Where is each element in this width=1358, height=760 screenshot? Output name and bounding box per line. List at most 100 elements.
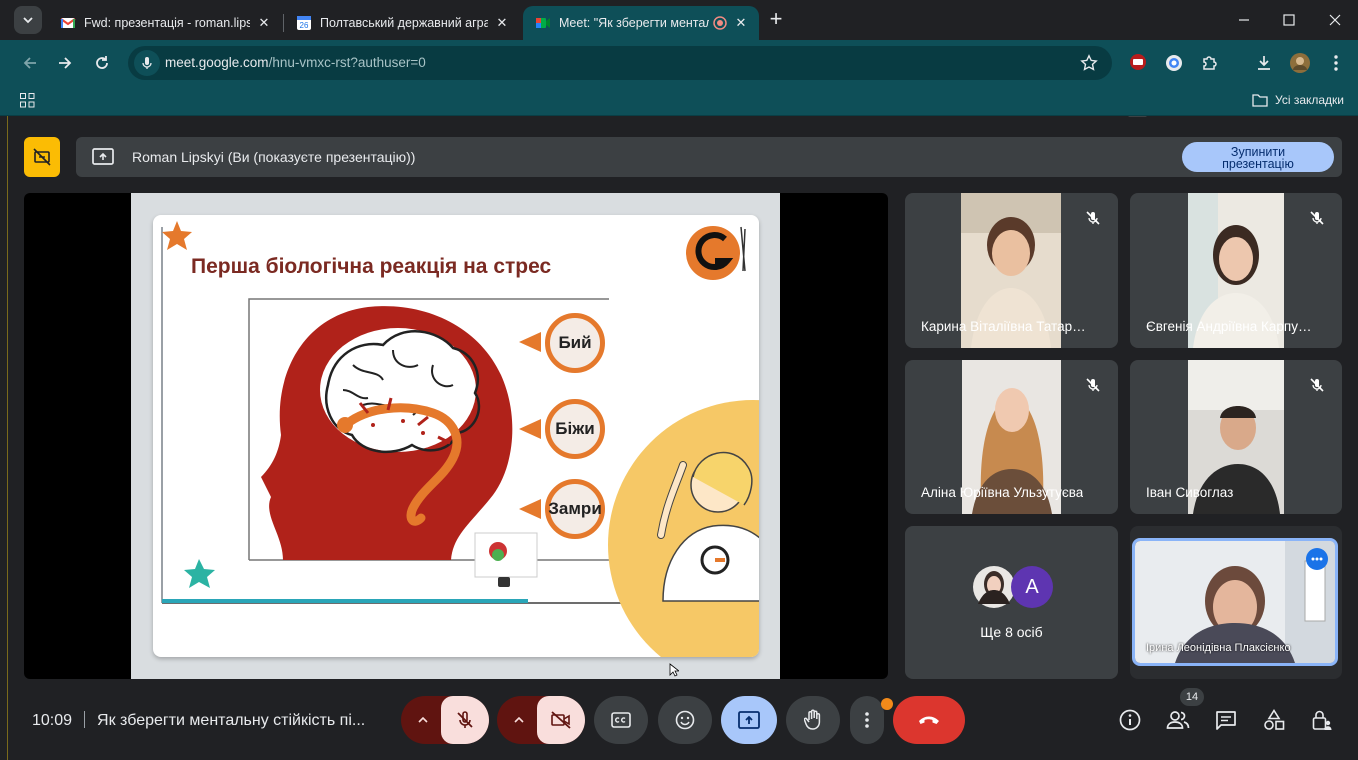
browser-toolbar: meet.google.com/hnu-vmxc-rst?authuser=0 … [0, 40, 1358, 117]
lock-person-icon [1312, 710, 1332, 730]
muted-indicator [1306, 374, 1328, 396]
calendar-icon: 26 [297, 16, 311, 30]
gmail-icon [60, 18, 76, 28]
camera-control [497, 696, 585, 744]
meeting-details-button[interactable] [1118, 708, 1142, 732]
tab-gmail[interactable]: Fwd: презентація - roman.lipsk ✕ [48, 6, 282, 40]
self-view-tile[interactable]: Ірина Леонідівна Плаксієнко [1130, 526, 1342, 679]
tab-title: Полтавський державний аграр [320, 16, 488, 30]
reactions-button[interactable] [658, 696, 712, 744]
tab-title: Fwd: презентація - roman.lipsk [84, 16, 250, 30]
minimize-button[interactable] [1232, 8, 1256, 32]
participant-tile[interactable]: Євгенія Андріївна Карпу… [1130, 193, 1342, 348]
meet-icon [536, 18, 550, 28]
slide-title: Перша біологічна реакція на стрес [191, 255, 552, 278]
url-path: /hnu-vmxc-rst?authuser=0 [268, 55, 426, 70]
reload-button[interactable] [88, 49, 116, 77]
all-bookmarks-button[interactable]: Усі закладки [1252, 93, 1344, 107]
toggle-camera-button[interactable] [537, 696, 585, 744]
mic-off-icon [1310, 211, 1324, 225]
downloads-button[interactable] [1253, 52, 1275, 74]
arrow-left-icon [23, 57, 36, 69]
raise-hand-button[interactable] [786, 696, 840, 744]
extensions-button[interactable] [1199, 52, 1221, 74]
profile-button[interactable] [1289, 52, 1311, 74]
slide-word-fight: Бий [545, 313, 605, 373]
mic-off-icon [457, 711, 473, 728]
extension-icon [1130, 54, 1146, 70]
hand-icon [804, 709, 821, 730]
audio-options-button[interactable] [401, 696, 445, 744]
chevron-up-icon [514, 717, 524, 723]
bookmark-star-icon[interactable] [1080, 54, 1098, 72]
participant-tile[interactable]: Іван Сивоглаз [1130, 360, 1342, 514]
recording-icon [713, 16, 727, 30]
activities-button[interactable] [1262, 708, 1286, 732]
muted-indicator [1306, 207, 1328, 229]
all-bookmarks-label: Усі закладки [1275, 93, 1345, 107]
mic-off-icon [1310, 378, 1324, 392]
host-controls-button[interactable] [1310, 708, 1334, 732]
video-options-button[interactable] [497, 696, 541, 744]
leave-call-button[interactable] [893, 696, 965, 744]
toggle-microphone-button[interactable] [441, 696, 489, 744]
close-tab-icon[interactable]: ✕ [733, 15, 749, 31]
new-tab-button[interactable]: + [764, 8, 788, 32]
slide-word-freeze: Замри [545, 479, 605, 539]
back-button[interactable] [16, 49, 44, 77]
maximize-button[interactable] [1277, 8, 1301, 32]
others-count-label: Ще 8 осіб [980, 624, 1043, 640]
people-button[interactable] [1166, 708, 1190, 732]
others-tile[interactable]: A Ще 8 осіб [905, 526, 1118, 679]
arrow-right-icon [59, 57, 72, 69]
info-icon [1119, 709, 1141, 731]
browser-menu-button[interactable] [1325, 52, 1347, 74]
forward-button[interactable] [51, 49, 79, 77]
tab-meet[interactable]: Meet: "Як зберегти ментал ✕ [523, 6, 759, 40]
extension-circle-icon [1166, 55, 1182, 71]
muted-indicator [1082, 207, 1104, 229]
chat-button[interactable] [1214, 708, 1238, 732]
emoji-icon [675, 710, 695, 730]
participant-tile[interactable]: Аліна Юріївна Ульзутуєва [905, 360, 1118, 514]
extension-circle-button[interactable] [1163, 52, 1185, 74]
captions-button[interactable] [594, 696, 648, 744]
close-tab-icon[interactable]: ✕ [256, 15, 272, 31]
stop-presenting-button[interactable]: Зупинити презентацію [1182, 142, 1334, 172]
microphone-icon [142, 57, 152, 69]
participant-tile[interactable]: Карина Віталіївна Татар… [905, 193, 1118, 348]
mouse-cursor-icon [669, 663, 679, 677]
puzzle-icon [1203, 56, 1217, 70]
present-screen-button[interactable] [721, 696, 777, 744]
tab-calendar[interactable]: 26 Полтавський державний аграр ✕ [284, 6, 520, 40]
close-window-button[interactable] [1323, 8, 1347, 32]
more-horiz-icon [1311, 557, 1323, 561]
muted-indicator [1082, 374, 1104, 396]
tab-search-button[interactable] [14, 6, 42, 34]
tab-strip: Fwd: презентація - roman.lipsk ✕ 26 Полт… [0, 0, 1358, 40]
close-tab-icon[interactable]: ✕ [494, 15, 510, 31]
close-icon [1329, 14, 1341, 26]
maximize-icon [1283, 14, 1295, 26]
more-vert-icon [1334, 55, 1338, 71]
avatar: A [1011, 566, 1053, 608]
chat-icon [1216, 711, 1236, 730]
address-bar[interactable]: meet.google.com/hnu-vmxc-rst?authuser=0 [128, 46, 1112, 80]
meeting-title: Як зберегти ментальну стійкість пі... [97, 712, 366, 729]
more-options-button[interactable] [850, 696, 884, 744]
slide: Перша біологічна реакція на стрес Бий Бі… [153, 215, 759, 657]
self-view-options-button[interactable] [1306, 548, 1328, 570]
closed-captions-icon [611, 712, 631, 728]
participant-name: Іван Сивоглаз [1146, 485, 1234, 500]
participant-count-badge: 14 [1180, 688, 1204, 706]
apps-grid-icon[interactable] [20, 93, 35, 108]
site-info-button[interactable] [134, 50, 160, 76]
mic-off-icon [1086, 211, 1100, 225]
people-icon [1166, 711, 1190, 729]
mic-off-icon [1086, 378, 1100, 392]
avatar [1290, 53, 1310, 73]
chevron-up-icon [418, 717, 428, 723]
meeting-info: 10:09 Як зберегти ментальну стійкість пі.… [32, 711, 365, 730]
slide-word-run: Біжи [545, 399, 605, 459]
extension-tracker-button[interactable] [1127, 52, 1149, 74]
